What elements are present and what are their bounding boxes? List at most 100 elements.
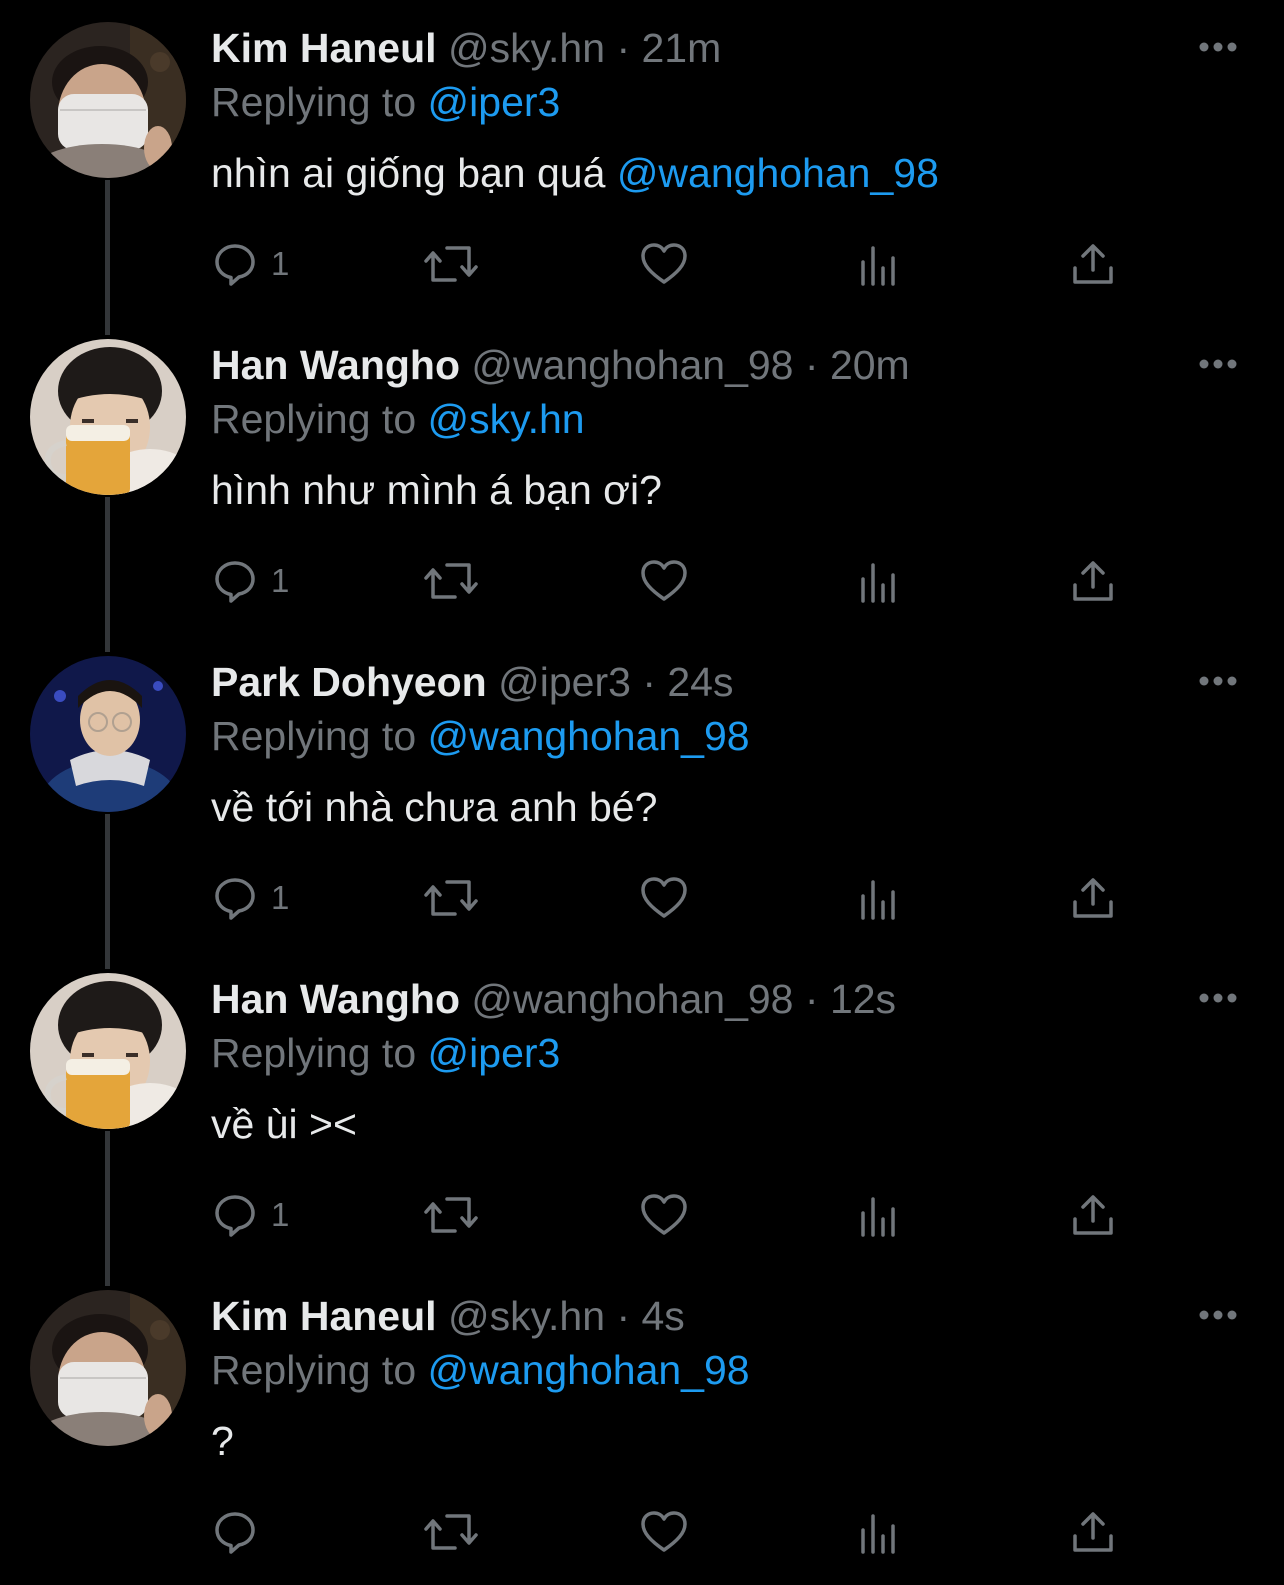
retweet-button[interactable]	[423, 555, 479, 607]
display-name[interactable]: Kim Haneul	[211, 1293, 437, 1339]
retweet-button[interactable]	[423, 1506, 479, 1558]
replying-to-mention[interactable]: @sky.hn	[428, 396, 585, 442]
avatar[interactable]	[30, 656, 186, 812]
separator: ·	[642, 659, 656, 705]
tweet-text: về tới nhà chưa anh bé?	[211, 782, 657, 832]
glasses-person-avatar-image	[30, 656, 186, 812]
tweet-body: về tới nhà chưa anh bé?	[211, 784, 658, 830]
tweet-body: hình như mình á bạn ơi?	[211, 467, 662, 513]
views-icon	[861, 1197, 895, 1237]
more-icon[interactable]	[1196, 351, 1240, 377]
like-button[interactable]	[639, 1506, 689, 1558]
username[interactable]: @sky.hn	[448, 25, 605, 71]
username[interactable]: @sky.hn	[448, 1293, 605, 1339]
display-name[interactable]: Han Wangho	[211, 976, 460, 1022]
reply-icon	[215, 1195, 255, 1237]
tweet-actions	[211, 1506, 1131, 1558]
replying-to-label: Replying to	[211, 1030, 417, 1076]
avatar[interactable]	[30, 22, 186, 178]
tweet-actions: 1	[211, 1189, 1131, 1241]
more-icon[interactable]	[1196, 1302, 1240, 1328]
timestamp[interactable]: 21m	[642, 25, 722, 71]
avatar[interactable]	[30, 339, 186, 495]
views-button[interactable]	[859, 872, 899, 924]
display-name[interactable]: Han Wangho	[211, 342, 460, 388]
share-button[interactable]	[1071, 1506, 1115, 1558]
retweet-icon	[424, 563, 478, 599]
reply-icon	[215, 1512, 255, 1554]
views-button[interactable]	[859, 1189, 899, 1241]
beer-person-avatar-image	[30, 339, 186, 495]
more-icon[interactable]	[1196, 985, 1240, 1011]
tweet-header: Han Wangho @wanghohan_98 · 20m	[211, 341, 910, 389]
display-name[interactable]: Park Dohyeon	[211, 659, 487, 705]
avatar[interactable]	[30, 1290, 186, 1446]
replying-to-mention[interactable]: @wanghohan_98	[428, 713, 750, 759]
reply-button[interactable]: 1	[211, 238, 289, 290]
replying-to-mention[interactable]: @iper3	[428, 1030, 561, 1076]
views-button[interactable]	[859, 555, 899, 607]
avatar[interactable]	[30, 973, 186, 1129]
views-icon	[861, 1514, 895, 1554]
tweet[interactable]: Kim Haneul @sky.hn · 4s Replying to @wan…	[0, 1268, 1284, 1585]
replying-to-label: Replying to	[211, 713, 417, 759]
masked-person-avatar-image	[30, 22, 186, 178]
retweet-button[interactable]	[423, 238, 479, 290]
tweet-header: Kim Haneul @sky.hn · 21m	[211, 24, 721, 72]
share-icon	[1073, 244, 1113, 284]
share-button[interactable]	[1071, 238, 1115, 290]
share-button[interactable]	[1071, 1189, 1115, 1241]
retweet-button[interactable]	[423, 1189, 479, 1241]
more-icon[interactable]	[1196, 668, 1240, 694]
separator: ·	[616, 25, 631, 71]
reply-button[interactable]: 1	[211, 555, 289, 607]
reply-button[interactable]: 1	[211, 1189, 289, 1241]
tweet-body: về ùi ><	[211, 1101, 357, 1147]
like-button[interactable]	[639, 872, 689, 924]
views-button[interactable]	[859, 238, 899, 290]
tweet-text: nhìn ai giống bạn quá @wanghohan_98	[211, 148, 939, 198]
tweet[interactable]: Han Wangho @wanghohan_98 · 12s Replying …	[0, 951, 1284, 1286]
views-button[interactable]	[859, 1506, 899, 1558]
timestamp[interactable]: 24s	[667, 659, 733, 705]
replying-to-label: Replying to	[211, 396, 417, 442]
views-icon	[861, 246, 895, 286]
like-button[interactable]	[639, 1189, 689, 1241]
timestamp[interactable]: 12s	[830, 976, 896, 1022]
separator: ·	[804, 976, 819, 1022]
thread-connector	[105, 1131, 110, 1286]
reply-button[interactable]	[211, 1506, 271, 1558]
heart-icon	[641, 877, 687, 918]
tweet[interactable]: Park Dohyeon @iper3 · 24s Replying to @w…	[0, 634, 1284, 969]
thread-connector	[105, 814, 110, 969]
retweet-button[interactable]	[423, 872, 479, 924]
more-icon[interactable]	[1196, 34, 1240, 60]
share-button[interactable]	[1071, 555, 1115, 607]
retweet-icon	[424, 1514, 478, 1550]
tweet-mention[interactable]: @wanghohan_98	[617, 150, 939, 196]
replying-to-mention[interactable]: @wanghohan_98	[428, 1347, 750, 1393]
reply-button[interactable]: 1	[211, 872, 289, 924]
tweet[interactable]: Han Wangho @wanghohan_98 · 20m Replying …	[0, 317, 1284, 652]
username[interactable]: @wanghohan_98	[471, 976, 793, 1022]
tweet[interactable]: Kim Haneul @sky.hn · 21m Replying to @ip…	[0, 0, 1284, 335]
display-name[interactable]: Kim Haneul	[211, 25, 437, 71]
tweet-header: Park Dohyeon @iper3 · 24s	[211, 658, 733, 706]
reply-count: 1	[271, 879, 290, 916]
like-button[interactable]	[639, 555, 689, 607]
share-icon	[1073, 878, 1113, 918]
share-button[interactable]	[1071, 872, 1115, 924]
timestamp[interactable]: 20m	[830, 342, 910, 388]
timestamp[interactable]: 4s	[642, 1293, 685, 1339]
replying-to-line: Replying to @wanghohan_98	[211, 1346, 750, 1394]
replying-to-mention[interactable]: @iper3	[428, 79, 561, 125]
reply-count: 1	[271, 562, 290, 599]
username[interactable]: @iper3	[498, 659, 631, 705]
reply-icon	[215, 561, 255, 603]
tweet-thread: Kim Haneul @sky.hn · 21m Replying to @ip…	[0, 0, 1284, 1572]
replying-to-label: Replying to	[211, 79, 417, 125]
like-button[interactable]	[639, 238, 689, 290]
thread-connector	[105, 497, 110, 652]
username[interactable]: @wanghohan_98	[471, 342, 793, 388]
heart-icon	[641, 243, 687, 284]
